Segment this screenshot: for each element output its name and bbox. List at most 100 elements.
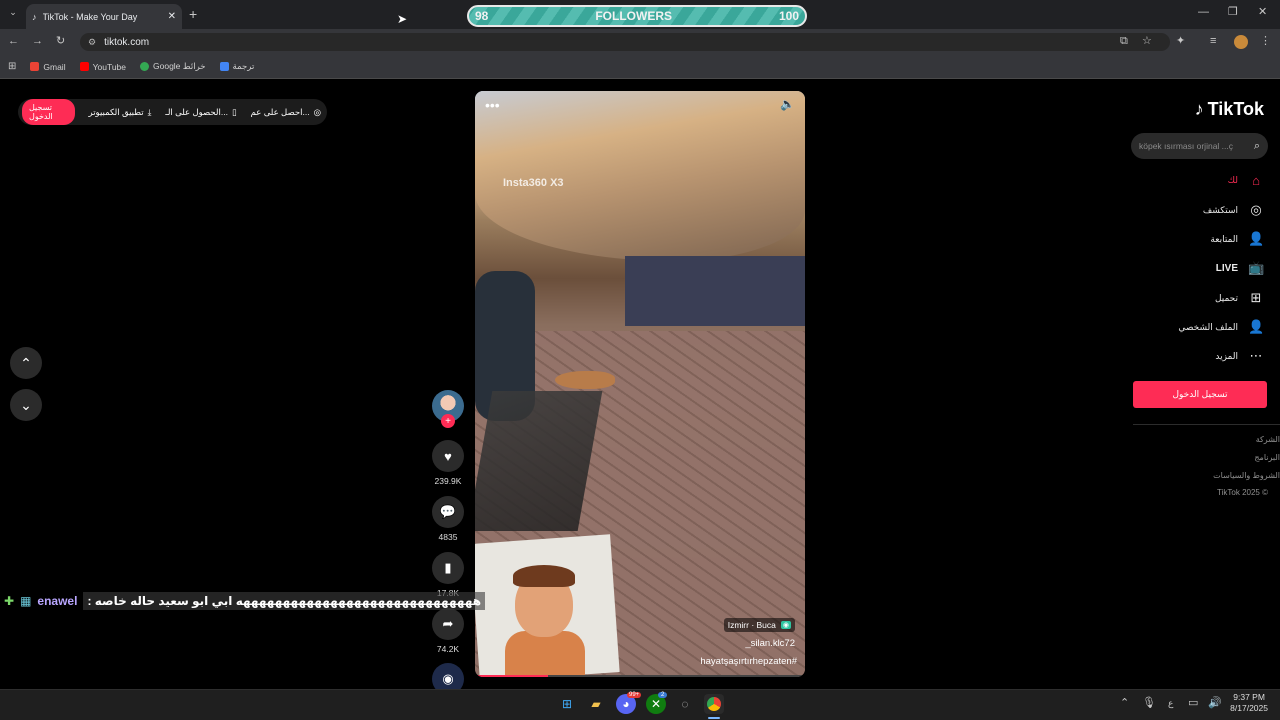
- apps-grid-icon[interactable]: ⊞: [8, 61, 16, 72]
- recording-app-icon[interactable]: ◌: [675, 694, 695, 714]
- chat-username: enawel: [37, 594, 78, 608]
- gmail-icon: [30, 62, 40, 71]
- coin-icon: ◎: [313, 106, 321, 117]
- windows-start-icon[interactable]: ⊞: [557, 694, 577, 714]
- location-tag[interactable]: Izmirr · Buca ◉: [723, 618, 795, 632]
- video-caption: hayatşaşırtırhepzaten#: [700, 656, 797, 667]
- chrome-icon[interactable]: [704, 694, 724, 714]
- speaker-icon[interactable]: 🔊: [1208, 698, 1222, 709]
- tab-close-icon[interactable]: ✕: [168, 11, 176, 22]
- comment-button[interactable]: 💬: [432, 496, 464, 528]
- bookmark-google-maps[interactable]: Google خرائط: [140, 61, 206, 72]
- window-close-icon[interactable]: ✕: [1258, 7, 1267, 18]
- video-more-icon[interactable]: •••: [485, 97, 500, 113]
- nav-item-following[interactable]: المتابعة 👤: [1210, 229, 1264, 249]
- minimize-icon[interactable]: —: [1198, 7, 1209, 18]
- get-app-link[interactable]: الحصول على الـ... ▯: [165, 107, 236, 118]
- video-frame-sketch-shirt: [505, 631, 585, 677]
- footer-program-link[interactable]: البرنامج: [1254, 453, 1280, 462]
- address-bar[interactable]: ⚙ tiktok.com: [80, 33, 1170, 51]
- sidebar-login-button[interactable]: تسجيل الدخول: [1133, 381, 1267, 408]
- followers-goal-bar: 98 FOLLOWERS 100: [467, 5, 807, 27]
- footer-terms-link[interactable]: الشروط والسياسات: [1213, 471, 1280, 480]
- new-tab-icon[interactable]: +: [189, 7, 197, 21]
- footer-copyright: TikTok 2025 ©: [1217, 488, 1268, 497]
- back-icon[interactable]: ←: [8, 36, 19, 47]
- browser-menu-icon[interactable]: ⋮: [1260, 36, 1271, 47]
- video-frame-canopy: [475, 91, 805, 261]
- tab-search-chevron-icon[interactable]: ⌄: [6, 8, 20, 22]
- top-login-button[interactable]: تسجيل الدخول: [22, 99, 75, 125]
- bookmark-translate[interactable]: ترجمة: [219, 61, 254, 72]
- nav-item-live[interactable]: LIVE 📺: [1216, 258, 1264, 278]
- follow-plus-icon[interactable]: +: [441, 414, 455, 428]
- youtube-icon: [79, 62, 89, 71]
- install-app-icon[interactable]: ⧉: [1120, 36, 1128, 47]
- nav-item-profile[interactable]: الملف الشخصي 👤: [1178, 317, 1264, 337]
- reload-icon[interactable]: ↻: [56, 36, 65, 47]
- creator-avatar-wrap: +: [432, 390, 464, 432]
- followers-goal: 100: [778, 9, 799, 23]
- upload-plus-icon: ⊞: [1250, 290, 1262, 305]
- tab-title: TikTok - Make Your Day: [42, 11, 138, 22]
- comment-bubble-icon: 💬: [439, 504, 457, 519]
- share-count: 74.2K: [436, 644, 460, 654]
- input-language[interactable]: ع: [1168, 699, 1173, 708]
- compass-icon: ◎: [1250, 202, 1262, 217]
- bookmark-gmail[interactable]: Gmail: [30, 62, 66, 72]
- profile-icon: 👤: [1248, 319, 1265, 334]
- tiktok-logo[interactable]: ♪ TikTok: [1195, 99, 1264, 120]
- video-player[interactable]: Insta360 X3 ••• 🔈 Izmirr · Buca ◉ _silan…: [475, 91, 805, 677]
- video-frame-dog: [555, 371, 615, 389]
- more-icon: ⋯: [1249, 348, 1263, 363]
- desktop-app-link[interactable]: تطبيق الكمبيوتر ⤓: [89, 107, 152, 118]
- bookmarks-bar: ⊞ Gmail YouTube Google خرائط ترجمة: [0, 55, 1280, 79]
- share-arrow-icon: ➦: [442, 616, 454, 631]
- forward-icon[interactable]: →: [32, 36, 43, 47]
- system-clock[interactable]: 9:37 PM 8/17/2025: [1230, 692, 1268, 714]
- get-coins-link[interactable]: احصل على عم... ◎: [251, 107, 321, 118]
- chevron-up-icon: ⌃: [20, 354, 32, 371]
- like-button[interactable]: ♥: [432, 440, 464, 472]
- tiktok-favicon-icon: ♪: [32, 11, 37, 22]
- previous-video-button[interactable]: ⌃: [10, 347, 42, 379]
- chat-message: : ههههههههههههههههههههههههههههههه ابي اب…: [83, 592, 486, 610]
- bookmark-icon: ▮: [444, 560, 452, 575]
- bookmark-star-icon[interactable]: ☆: [1142, 36, 1152, 47]
- like-count: 239.9K: [434, 476, 462, 486]
- browser-tab[interactable]: ♪ TikTok - Make Your Day ✕: [26, 4, 182, 29]
- video-author[interactable]: _silan.klc72: [745, 638, 795, 649]
- nav-item-explore[interactable]: استكشف ◎: [1203, 200, 1264, 220]
- heart-icon: ♥: [444, 448, 452, 464]
- bookmark-youtube[interactable]: YouTube: [79, 62, 126, 72]
- phone-icon: ▯: [231, 106, 237, 117]
- video-watermark: Insta360 X3: [503, 177, 564, 189]
- restore-icon[interactable]: ❐: [1228, 7, 1238, 18]
- chrome-active-indicator: [708, 717, 720, 719]
- search-input[interactable]: köpek ısırması orjinal ...ç ⌕: [1131, 133, 1268, 159]
- translate-icon: [219, 62, 229, 71]
- volume-icon[interactable]: 🔈: [780, 97, 795, 111]
- extensions-icon[interactable]: ✦: [1176, 36, 1185, 47]
- nav-item-upload[interactable]: تحميل ⊞: [1215, 288, 1264, 308]
- music-disc-icon: ◉: [442, 671, 454, 686]
- download-icon: ⤓: [147, 106, 152, 117]
- next-video-button[interactable]: ⌄: [10, 389, 42, 421]
- media-control-icon[interactable]: ≡: [1210, 36, 1216, 47]
- tray-chevron-up-icon[interactable]: ⌃: [1120, 698, 1129, 709]
- footer-company-link[interactable]: الشركة: [1256, 435, 1280, 444]
- nav-item-more[interactable]: المزيد ⋯: [1215, 346, 1264, 366]
- microphone-icon[interactable]: 🎙: [1142, 698, 1156, 709]
- discord-badge: 99+: [627, 692, 642, 698]
- file-explorer-icon[interactable]: ▰: [586, 694, 606, 714]
- share-button[interactable]: ➦: [432, 608, 464, 640]
- network-icon[interactable]: ▭: [1188, 698, 1198, 709]
- nav-item-for-you[interactable]: لك ⌂: [1228, 170, 1264, 190]
- site-info-icon[interactable]: ⚙: [88, 37, 96, 48]
- user-follow-icon: 👤: [1248, 231, 1265, 246]
- sidebar-divider: [1133, 424, 1280, 425]
- save-button[interactable]: ▮: [432, 552, 464, 584]
- search-icon[interactable]: ⌕: [1254, 140, 1260, 153]
- profile-avatar[interactable]: [1234, 35, 1248, 49]
- stream-chat-line: ✚ ▦ enawel : ههههههههههههههههههههههههههه…: [0, 590, 500, 612]
